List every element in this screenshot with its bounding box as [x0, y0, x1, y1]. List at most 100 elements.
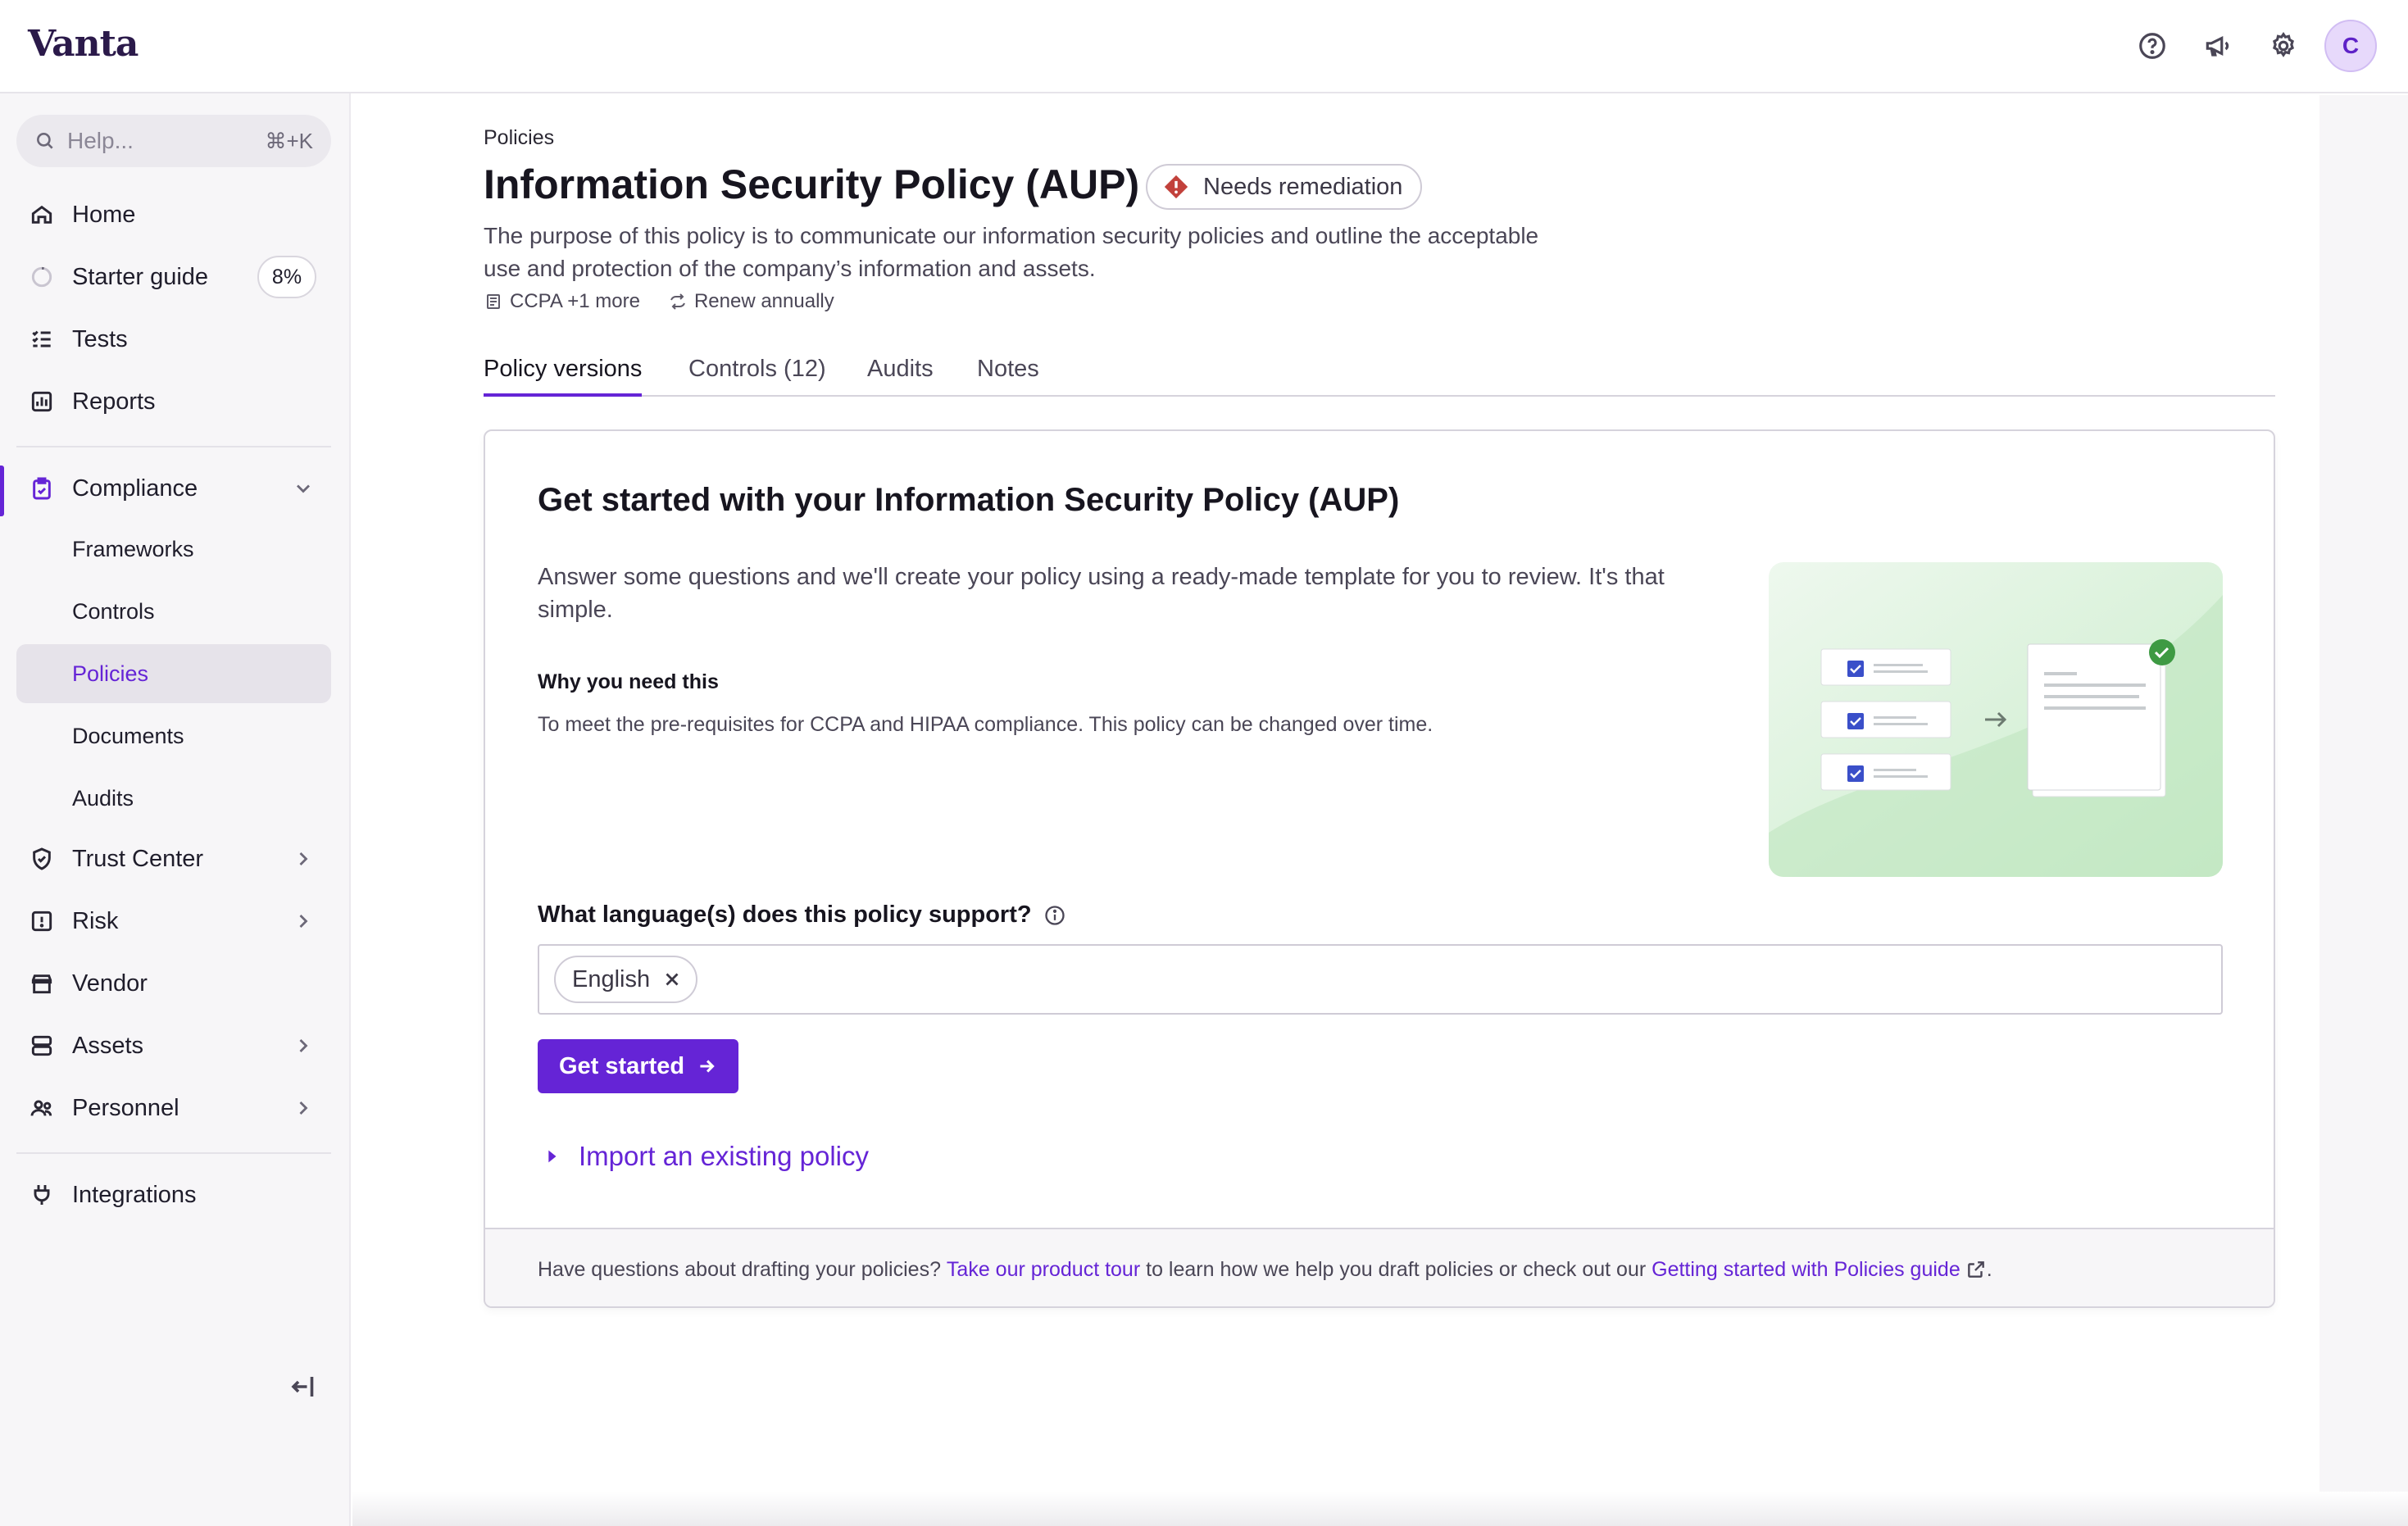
divider	[16, 1152, 331, 1154]
sidebar-item-label: Compliance	[72, 475, 198, 502]
sidebar-item-policies[interactable]: Policies	[16, 644, 331, 703]
sidebar-item-label: Frameworks	[72, 536, 194, 561]
policy-meta: CCPA +1 more Renew annually	[484, 290, 834, 313]
sidebar-item-label: Risk	[72, 907, 119, 934]
sidebar-item-label: Controls	[72, 598, 155, 624]
document-icon	[487, 294, 500, 309]
progress-ring-icon	[28, 263, 56, 291]
footer-text: to learn how we help you draft policies …	[1146, 1257, 1647, 1281]
breadcrumb[interactable]: Policies	[484, 126, 554, 150]
collapse-sidebar-icon[interactable]	[289, 1372, 321, 1405]
sidebar-item-documents[interactable]: Documents	[16, 706, 331, 765]
sidebar-item-label: Documents	[72, 723, 184, 748]
sidebar-item-label: Tests	[72, 325, 128, 352]
language-chip-label: English	[572, 965, 651, 992]
chevron-right-icon	[292, 847, 315, 870]
renewal-frequency: Renew annually	[693, 290, 834, 312]
import-label: Import an existing policy	[579, 1141, 869, 1171]
sidebar-item-label: Policies	[72, 661, 149, 686]
sidebar-item-label: Trust Center	[72, 845, 204, 872]
sidebar-item-risk[interactable]: Risk	[16, 892, 331, 951]
tab-notes[interactable]: Notes	[977, 356, 1039, 397]
get-started-label: Get started	[559, 1052, 685, 1079]
why-text: To meet the pre-requisites for CCPA and …	[538, 713, 1433, 736]
chevron-down-icon	[292, 477, 315, 500]
sidebar-item-label: Integrations	[72, 1181, 197, 1208]
home-icon	[28, 201, 56, 229]
active-indicator	[0, 466, 4, 516]
language-select[interactable]: English	[538, 944, 2223, 1015]
repeat-icon	[670, 293, 685, 310]
sidebar-item-label: Home	[72, 201, 136, 228]
get-started-card: Get started with your Information Securi…	[484, 429, 2275, 1308]
server-icon	[28, 1032, 56, 1060]
why-heading: Why you need this	[538, 670, 719, 693]
sidebar-item-label: Vendor	[72, 970, 148, 997]
sidebar-item-frameworks[interactable]: Frameworks	[16, 520, 331, 579]
help-circle-icon[interactable]	[2128, 21, 2177, 70]
chart-icon	[28, 388, 56, 416]
sidebar-item-label: Personnel	[72, 1094, 179, 1121]
arrow-right-icon	[700, 1060, 715, 1073]
sidebar-item-starter-guide[interactable]: Starter guide 8%	[16, 248, 331, 307]
page-description: The purpose of this policy is to communi…	[484, 223, 1539, 281]
external-link-icon	[1967, 1261, 1984, 1278]
sidebar-item-label: Reports	[72, 388, 156, 415]
megaphone-icon[interactable]	[2193, 21, 2242, 70]
sidebar-item-audits[interactable]: Audits	[16, 769, 331, 828]
policy-illustration	[1769, 562, 2223, 877]
language-question-label: What language(s) does this policy suppor…	[538, 902, 1032, 928]
store-icon	[28, 970, 56, 997]
vanta-logo[interactable]: Vanta	[28, 23, 139, 65]
footer-text: Have questions about drafting your polic…	[538, 1257, 941, 1281]
card-description: Answer some questions and we'll create y…	[538, 564, 1665, 623]
search-input[interactable]: Help... ⌘+K	[16, 115, 331, 167]
language-chip: English	[554, 956, 698, 1003]
sidebar-item-assets[interactable]: Assets	[16, 1016, 331, 1075]
framework-tags[interactable]: CCPA +1 more	[510, 290, 640, 313]
progress-badge: 8%	[257, 256, 316, 298]
sidebar-item-integrations[interactable]: Integrations	[16, 1165, 331, 1224]
page-title: Information Security Policy (AUP)	[484, 161, 1140, 207]
sidebar-item-trust-center[interactable]: Trust Center	[16, 829, 331, 888]
sidebar-item-label: Starter guide	[72, 263, 209, 290]
bottom-fade	[352, 1492, 2408, 1526]
sidebar-item-personnel[interactable]: Personnel	[16, 1079, 331, 1138]
gear-icon[interactable]	[2259, 21, 2308, 70]
card-title: Get started with your Information Securi…	[538, 482, 1400, 518]
tab-controls[interactable]: Controls (12)	[688, 356, 826, 397]
search-placeholder: Help...	[67, 128, 134, 153]
search-icon	[37, 133, 53, 149]
warning-diamond-icon	[1164, 175, 1188, 199]
right-gutter	[2319, 95, 2408, 1526]
avatar[interactable]: C	[2324, 20, 2377, 72]
sidebar-item-compliance[interactable]: Compliance	[16, 459, 331, 518]
status-badge-label: Needs remediation	[1203, 173, 1403, 200]
get-started-button[interactable]: Get started	[538, 1039, 739, 1093]
search-shortcut: ⌘+K	[265, 128, 313, 153]
card-footer: Have questions about drafting your polic…	[485, 1228, 2274, 1306]
language-question: What language(s) does this policy suppor…	[538, 902, 1066, 929]
sidebar-item-tests[interactable]: Tests	[16, 310, 331, 369]
checklist-icon	[28, 325, 56, 353]
policies-guide-link[interactable]: Getting started with Policies guide	[1652, 1258, 1960, 1282]
tab-audits[interactable]: Audits	[867, 356, 934, 397]
tab-policy-versions[interactable]: Policy versions	[484, 356, 643, 397]
chevron-right-icon	[292, 1034, 315, 1057]
close-icon[interactable]	[661, 969, 683, 990]
sidebar-item-home[interactable]: Home	[16, 185, 331, 244]
sidebar-item-label: Assets	[72, 1032, 144, 1059]
sidebar-item-vendor[interactable]: Vendor	[16, 954, 331, 1013]
chevron-right-icon	[292, 1097, 315, 1120]
sidebar-item-reports[interactable]: Reports	[16, 372, 331, 431]
chevron-right-icon	[292, 910, 315, 933]
sidebar-item-label: Audits	[72, 785, 134, 811]
sidebar-item-controls[interactable]: Controls	[16, 582, 331, 641]
status-badge: Needs remediation	[1146, 164, 1423, 210]
info-icon[interactable]	[1043, 904, 1066, 927]
alert-square-icon	[28, 907, 56, 935]
import-existing-policy-link[interactable]: Import an existing policy	[538, 1141, 869, 1172]
shield-check-icon	[28, 845, 56, 873]
clipboard-check-icon	[28, 475, 56, 502]
product-tour-link[interactable]: Take our product tour	[947, 1258, 1140, 1282]
